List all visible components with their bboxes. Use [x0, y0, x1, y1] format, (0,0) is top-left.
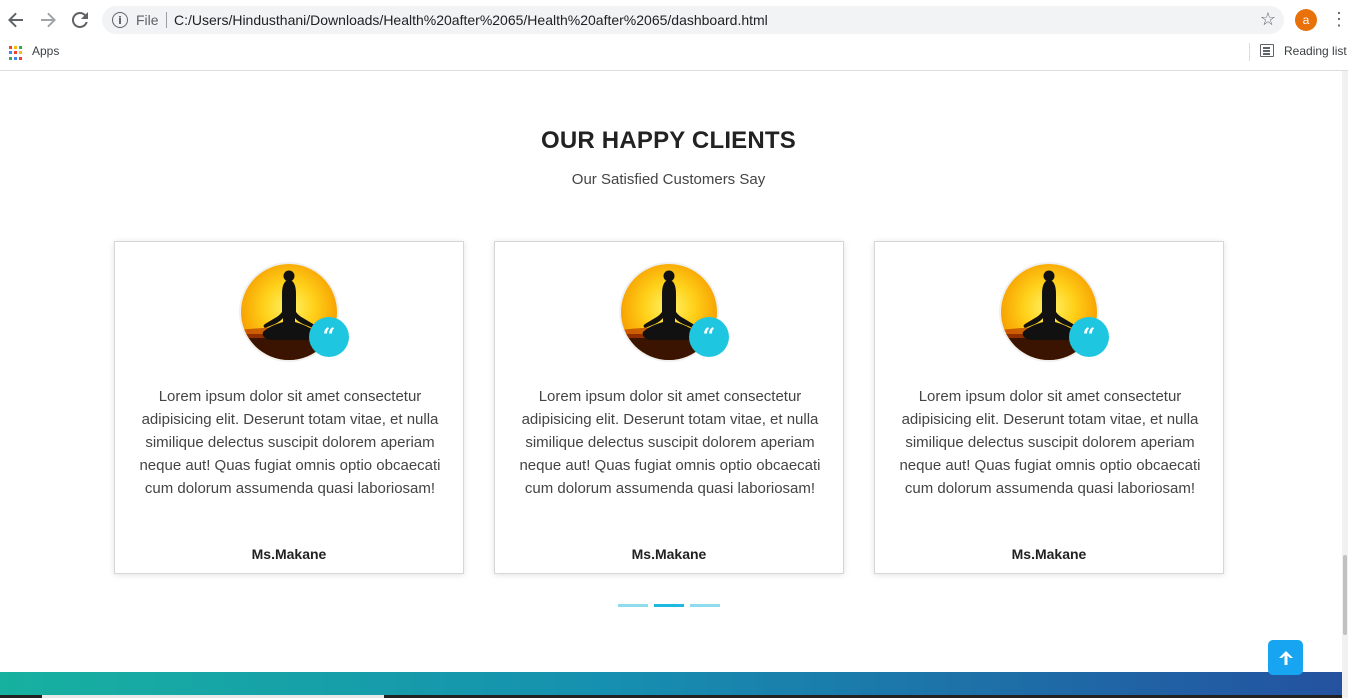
section-title: OUR HAPPY CLIENTS [541, 127, 796, 154]
testimonial-text: Lorem ipsum dolor sit amet consectetur a… [899, 388, 1201, 497]
address-separator [166, 12, 167, 28]
url-text[interactable]: C:/Users/Hindusthani/Downloads/Health%20… [174, 12, 768, 28]
forward-arrow-icon[interactable] [36, 8, 60, 32]
apps-grid-icon[interactable] [9, 46, 23, 60]
client-name: Ms.Makane [631, 546, 707, 562]
testimonial-text: Lorem ipsum dolor sit amet consectetur a… [519, 388, 821, 497]
testimonial-card: “ Lorem ipsum dolor sit amet consectetur… [874, 241, 1224, 574]
client-name: Ms.Makane [251, 546, 327, 562]
bookmarks-bar: Apps Reading list [0, 40, 1348, 71]
quote-icon: “ [1069, 317, 1109, 357]
carousel-indicators [618, 604, 720, 608]
reload-icon[interactable] [68, 8, 92, 32]
bookmarks-separator [1249, 43, 1250, 61]
quote-icon: “ [689, 317, 729, 357]
arrow-up-icon [1278, 650, 1293, 665]
star-icon[interactable]: ☆ [1260, 9, 1276, 30]
address-bar[interactable]: i File C:/Users/Hindusthani/Downloads/He… [102, 6, 1284, 34]
testimonial-text: Lorem ipsum dolor sit amet consectetur a… [139, 388, 441, 497]
section-subtitle: Our Satisfied Customers Say [571, 171, 766, 188]
apps-label[interactable]: Apps [32, 44, 59, 58]
info-icon[interactable]: i [112, 12, 128, 28]
reading-list-label[interactable]: Reading list [1284, 44, 1347, 58]
carousel-dot-active[interactable] [654, 604, 684, 607]
reading-list-icon[interactable] [1260, 44, 1274, 57]
quote-icon: “ [309, 317, 349, 357]
carousel-dot[interactable] [618, 604, 648, 607]
file-label: File [136, 12, 159, 28]
kebab-menu-icon[interactable]: ⋮ [1330, 8, 1348, 32]
browser-toolbar: i File C:/Users/Hindusthani/Downloads/He… [0, 0, 1348, 40]
scrollbar-thumb[interactable] [1343, 555, 1347, 635]
profile-avatar[interactable]: a [1295, 9, 1317, 31]
testimonial-card: “ Lorem ipsum dolor sit amet consectetur… [494, 241, 844, 574]
testimonial-card: “ Lorem ipsum dolor sit amet consectetur… [114, 241, 464, 574]
back-arrow-icon[interactable] [4, 8, 28, 32]
footer-band [0, 672, 1343, 698]
carousel-dot[interactable] [690, 604, 720, 607]
back-to-top-button[interactable] [1268, 640, 1303, 675]
page-content: OUR HAPPY CLIENTS Our Satisfied Customer… [0, 71, 1348, 698]
client-name: Ms.Makane [1011, 546, 1087, 562]
